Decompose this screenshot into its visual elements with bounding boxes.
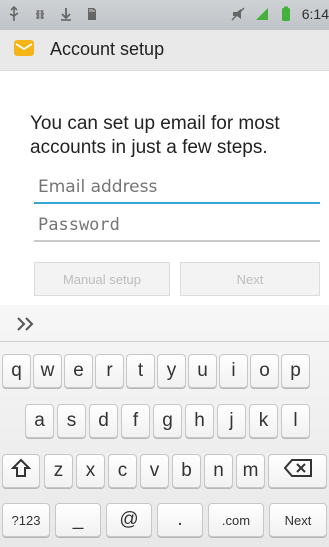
status-left-icons bbox=[6, 5, 100, 22]
silent-icon bbox=[230, 6, 246, 22]
key-n[interactable]: n bbox=[204, 454, 233, 488]
key-a[interactable]: a bbox=[25, 404, 54, 438]
key-b[interactable]: b bbox=[172, 454, 201, 488]
key-g[interactable]: g bbox=[153, 404, 182, 438]
key-m[interactable]: m bbox=[236, 454, 265, 488]
key-j[interactable]: j bbox=[217, 404, 246, 438]
soft-keyboard: q w e r t y u i o p a s d f g h j k l z … bbox=[0, 305, 329, 547]
intro-text: You can set up email for most accounts i… bbox=[30, 113, 280, 158]
battery-icon bbox=[278, 6, 294, 22]
backspace-icon bbox=[283, 459, 312, 483]
shift-key[interactable] bbox=[2, 454, 40, 488]
symbols-key[interactable]: ?123 bbox=[2, 503, 50, 537]
status-time: 6:14 bbox=[301, 6, 329, 22]
key-y[interactable]: y bbox=[157, 354, 186, 388]
password-field[interactable] bbox=[34, 210, 320, 242]
key-k[interactable]: k bbox=[249, 404, 278, 438]
key-x[interactable]: x bbox=[76, 454, 105, 488]
password-input[interactable] bbox=[34, 210, 320, 240]
shift-icon bbox=[10, 458, 32, 484]
key-z[interactable]: z bbox=[44, 454, 73, 488]
key-l[interactable]: l bbox=[281, 404, 310, 438]
dotcom-key[interactable]: .com bbox=[208, 503, 264, 537]
debug-icon bbox=[32, 6, 48, 22]
next-button[interactable]: Next bbox=[180, 262, 320, 296]
expand-icon[interactable] bbox=[16, 315, 40, 333]
key-o[interactable]: o bbox=[250, 354, 279, 388]
page-title: Account setup bbox=[50, 39, 165, 59]
email-input[interactable] bbox=[34, 172, 320, 202]
key-u[interactable]: u bbox=[188, 354, 217, 388]
at-key[interactable]: @ bbox=[106, 503, 152, 537]
underscore-key[interactable]: _ bbox=[55, 503, 101, 537]
status-bar: 6:14 bbox=[0, 0, 329, 30]
email-icon bbox=[12, 39, 36, 57]
key-e[interactable]: e bbox=[64, 354, 93, 388]
key-s[interactable]: s bbox=[57, 404, 86, 438]
key-h[interactable]: h bbox=[185, 404, 214, 438]
key-r[interactable]: r bbox=[95, 354, 124, 388]
action-bar: Account setup bbox=[0, 30, 329, 71]
key-q[interactable]: q bbox=[2, 354, 31, 388]
key-c[interactable]: c bbox=[108, 454, 137, 488]
keyboard-suggestion-bar bbox=[0, 305, 329, 342]
backspace-key[interactable] bbox=[268, 454, 327, 488]
manual-setup-button[interactable]: Manual setup bbox=[34, 262, 170, 296]
key-v[interactable]: v bbox=[140, 454, 169, 488]
usb-icon bbox=[6, 5, 22, 22]
key-f[interactable]: f bbox=[121, 404, 150, 438]
key-t[interactable]: t bbox=[126, 354, 155, 388]
download-icon bbox=[58, 6, 74, 22]
dot-key[interactable]: . bbox=[157, 503, 203, 537]
key-i[interactable]: i bbox=[219, 354, 248, 388]
next-key[interactable]: Next bbox=[269, 503, 327, 537]
signal-icon bbox=[254, 6, 270, 22]
email-field[interactable] bbox=[34, 172, 320, 204]
key-p[interactable]: p bbox=[281, 354, 310, 388]
key-d[interactable]: d bbox=[89, 404, 118, 438]
sd-card-icon bbox=[84, 6, 100, 22]
key-w[interactable]: w bbox=[33, 354, 62, 388]
status-right-icons: 6:14 bbox=[230, 6, 329, 22]
